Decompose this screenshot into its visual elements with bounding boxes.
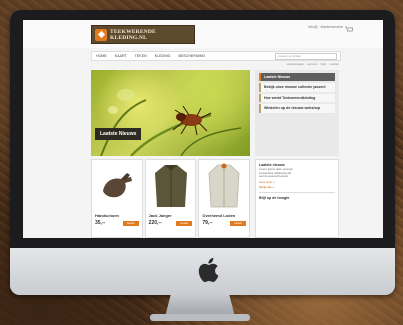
product-card[interactable]: Jack Jaeger 220,-- bestel (144, 159, 197, 238)
utility-bar: winkelwagen account help contact (218, 62, 339, 67)
nav-item-teken[interactable]: TEKEN (131, 54, 151, 58)
site-logo[interactable]: TEEKWERENDE KLEDING.NL (91, 25, 195, 44)
nav-item-kaart[interactable]: KAART (111, 54, 131, 58)
news-panel: Laatste nieuws Lorem ipsum dolor sit ame… (255, 159, 339, 238)
product-name: Overhemd Loden (202, 213, 236, 218)
order-button[interactable]: bestel (230, 221, 247, 226)
view-all-link[interactable]: Bekijk alle » (259, 185, 335, 189)
side-menu-item-collection[interactable]: Bekijk onze nieuwe collectie jassen! (259, 83, 335, 92)
search-input[interactable]: zoeken op artikel (275, 53, 337, 60)
monitor-screen: TEEKWERENDE KLEDING.NL info@ · klantense… (23, 20, 383, 238)
product-price: 35,-- (95, 220, 106, 226)
side-menu-item-how-it-works[interactable]: Hoe werkt Teekwerendkleding (259, 93, 335, 103)
utility-link-contact[interactable]: contact (329, 62, 339, 67)
product-name: Handschoen (95, 213, 120, 218)
logo-line-2: KLEDING.NL (110, 34, 147, 41)
logo-mark-icon (95, 28, 107, 41)
news-side-menu: Laatste Nieuws Bekijk onze nieuwe collec… (255, 70, 339, 156)
apple-logo-icon (198, 257, 219, 283)
news-line: sed do eiusmod tempor (259, 174, 289, 179)
product-image-glove (92, 162, 142, 210)
main-nav: HOME KAART TEKEN KLEDING BESCHERMING zoe… (91, 51, 341, 61)
side-menu-item-news[interactable]: Laatste Nieuws (259, 73, 335, 82)
product-image-jacket (146, 162, 196, 210)
order-button[interactable]: bestel (176, 221, 193, 226)
cart-icon[interactable] (345, 26, 353, 33)
site-header: TEEKWERENDE KLEDING.NL info@ · klantense… (23, 20, 383, 48)
hero-banner[interactable]: Laatste Nieuws (91, 70, 250, 156)
utility-link-cart[interactable]: winkelwagen (287, 62, 304, 67)
product-name: Jack Jaeger (148, 213, 172, 218)
nav-item-home[interactable]: HOME (92, 54, 111, 58)
logo-line-1: TEEKWERENDE (110, 28, 156, 35)
product-price: 220,-- (148, 220, 162, 226)
utility-link-account[interactable]: account (307, 62, 318, 67)
product-grid: Handschoen 35,-- bestel Jack Jaeger 220,… (91, 159, 251, 238)
read-more-link[interactable]: Lees meer » (259, 180, 335, 184)
panel-divider (259, 191, 335, 193)
utility-link-help[interactable]: help (321, 62, 327, 67)
product-price: 79,-- (202, 220, 213, 226)
header-contact[interactable]: info@ · klantenservice (308, 25, 343, 30)
logo-text: TEEKWERENDE KLEDING.NL (110, 29, 156, 41)
hero-tick-image (100, 89, 242, 156)
monitor-stand-foot (150, 314, 250, 321)
product-card[interactable]: Overhemd Loden 79,-- bestel (198, 159, 251, 238)
nav-item-kleding[interactable]: KLEDING (151, 54, 175, 58)
nav-item-bescherming[interactable]: BESCHERMING (174, 54, 209, 58)
newsletter-title: Blijf op de hoogte (259, 195, 290, 200)
product-image-shirt (199, 162, 249, 210)
order-button[interactable]: bestel (122, 221, 139, 226)
hero-caption: Laatste Nieuws (95, 128, 142, 140)
product-card[interactable]: Handschoen 35,-- bestel (91, 159, 143, 238)
side-menu-item-webshop[interactable]: Winkelen op de nieuwe webshop (259, 104, 335, 113)
